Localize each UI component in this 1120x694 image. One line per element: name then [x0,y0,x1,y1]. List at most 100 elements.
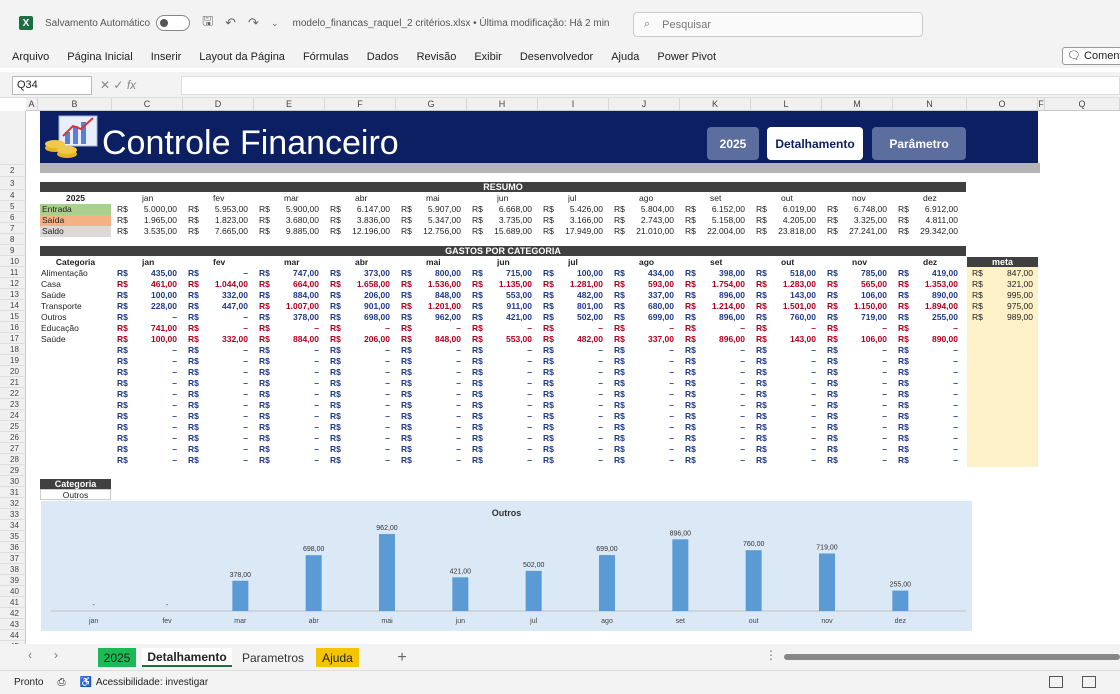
row-header[interactable]: 1 [0,111,26,182]
row-header[interactable]: 7 [0,223,26,234]
add-sheet-icon[interactable]: + [395,648,409,667]
accessibility-icon[interactable]: ♿ [79,677,91,688]
row-header[interactable]: 34 [0,520,26,531]
page-layout-icon[interactable] [1082,676,1096,688]
row-header[interactable]: 17 [0,333,26,344]
row-header[interactable]: 19 [0,355,26,366]
menu-desenvolvedor[interactable]: Desenvolvedor [520,51,593,63]
column-header[interactable]: F [1038,98,1045,111]
menu-revisao[interactable]: Revisão [417,51,457,63]
nav-detalhamento-button[interactable]: Detalhamento [767,127,863,160]
menu-power-pivot[interactable]: Power Pivot [657,51,716,63]
comments-button[interactable]: 🗨 Comentá [1062,47,1120,65]
row-header[interactable]: 15 [0,311,26,322]
column-header[interactable]: A [26,98,38,111]
row-header[interactable]: 5 [0,201,26,212]
nav-parametro-button[interactable]: Parâmetro [872,127,966,160]
column-header[interactable]: G [396,98,467,111]
normal-view-icon[interactable] [1049,676,1063,688]
row-header[interactable]: 23 [0,399,26,410]
redo-icon[interactable]: ↷ [248,15,259,31]
tab-2025[interactable]: 2025 [98,648,136,667]
row-header[interactable]: 22 [0,388,26,399]
menu-pagina-inicial[interactable]: Página Inicial [67,51,132,63]
more-options-icon[interactable]: ⋮ [765,648,777,662]
tab-parametros[interactable]: Parametros [238,648,308,667]
row-header[interactable]: 18 [0,344,26,355]
row-header[interactable]: 9 [0,245,26,256]
autosave-toggle[interactable] [156,15,191,31]
column-header[interactable]: B [38,98,112,111]
nav-2025-button[interactable]: 2025 [707,127,759,160]
menu-inserir[interactable]: Inserir [151,51,182,63]
fx-icon[interactable]: fx [127,78,136,92]
row-header[interactable]: 43 [0,619,26,630]
tab-detalhamento[interactable]: Detalhamento [142,648,232,667]
row-header[interactable]: 6 [0,212,26,223]
menu-exibir[interactable]: Exibir [474,51,502,63]
horizontal-scrollbar[interactable] [784,654,1120,660]
column-header[interactable]: K [680,98,751,111]
menu-layout[interactable]: Layout da Página [199,51,285,63]
column-header[interactable]: L [751,98,822,111]
column-header[interactable]: F [325,98,396,111]
column-header[interactable]: E [254,98,325,111]
row-header[interactable]: 42 [0,608,26,619]
row-header[interactable]: 12 [0,278,26,289]
row-header[interactable]: 32 [0,498,26,509]
row-header[interactable]: 44 [0,630,26,641]
column-header[interactable]: I [538,98,609,111]
menu-formulas[interactable]: Fórmulas [303,51,349,63]
column-header[interactable]: D [183,98,254,111]
row-header[interactable]: 29 [0,465,26,476]
accessibility-status[interactable]: Acessibilidade: investigar [96,677,208,688]
row-header[interactable]: 11 [0,267,26,278]
enter-icon[interactable]: ✓ [113,78,123,92]
row-header[interactable]: 36 [0,542,26,553]
row-header[interactable]: 3 [0,177,26,190]
column-header[interactable]: M [822,98,893,111]
menu-ajuda[interactable]: Ajuda [611,51,639,63]
row-header[interactable]: 38 [0,564,26,575]
row-header[interactable]: 30 [0,476,26,487]
row-header[interactable]: 33 [0,509,26,520]
row-header[interactable]: 16 [0,322,26,333]
row-header[interactable]: 4 [0,190,26,201]
row-header[interactable]: 25 [0,421,26,432]
menu-arquivo[interactable]: Arquivo [12,51,49,63]
row-header[interactable]: 8 [0,234,26,245]
row-header[interactable]: 10 [0,256,26,267]
row-header[interactable]: 20 [0,366,26,377]
cancel-icon[interactable]: ✕ [100,78,110,92]
customize-qat-icon[interactable]: ⌄ [271,18,279,29]
column-header[interactable]: C [112,98,183,111]
row-header[interactable]: 31 [0,487,26,498]
row-header[interactable]: 13 [0,289,26,300]
formula-input[interactable] [181,76,1120,95]
search-box[interactable]: ⌕ Pesquisar [633,12,923,37]
save-icon[interactable]: 🖫 [202,12,213,34]
row-header[interactable]: 39 [0,575,26,586]
next-sheet-icon[interactable]: › [54,648,58,662]
column-header[interactable]: O [967,98,1038,111]
prev-sheet-icon[interactable]: ‹ [28,648,32,662]
category-selector-value[interactable]: Outros [40,489,111,500]
row-header[interactable]: 35 [0,531,26,542]
column-header[interactable]: Q [1045,98,1120,111]
row-header[interactable]: 41 [0,597,26,608]
row-header[interactable]: 2 [0,165,26,177]
name-box[interactable]: Q34 [12,76,92,95]
column-header[interactable]: J [609,98,680,111]
file-name[interactable]: modelo_financas_raquel_2 critérios.xlsx … [293,18,610,29]
row-header[interactable]: 27 [0,443,26,454]
row-header[interactable]: 37 [0,553,26,564]
row-header[interactable]: 21 [0,377,26,388]
row-header[interactable]: 24 [0,410,26,421]
row-header[interactable]: 40 [0,586,26,597]
column-header[interactable]: H [467,98,538,111]
column-header[interactable]: N [893,98,967,111]
macro-icon[interactable]: ⎙ [57,677,65,688]
menu-dados[interactable]: Dados [367,51,399,63]
row-header[interactable]: 28 [0,454,26,465]
tab-ajuda[interactable]: Ajuda [316,648,359,667]
